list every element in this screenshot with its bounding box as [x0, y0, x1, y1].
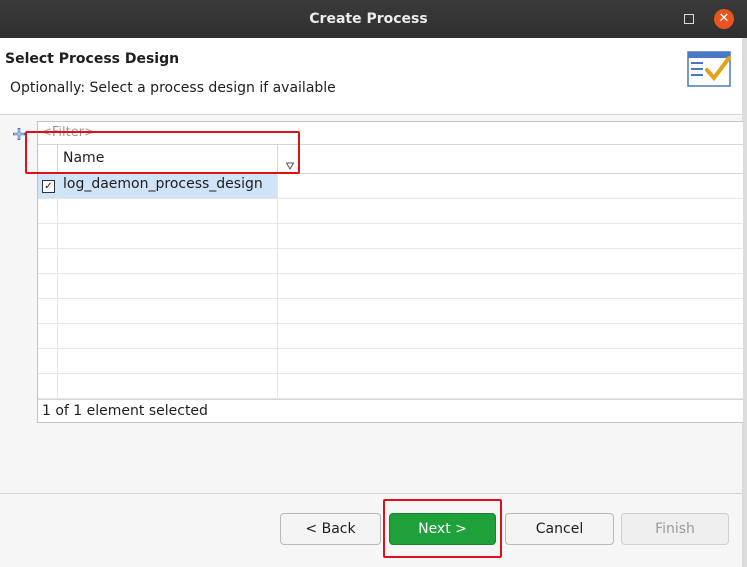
- empty-row: [38, 349, 743, 374]
- footer-separator: [0, 493, 742, 494]
- dialog-body: Select Process Design Optionally: Select…: [0, 38, 743, 567]
- empty-row: [38, 324, 743, 349]
- empty-row: [38, 374, 743, 399]
- row-check-cell[interactable]: ✓: [38, 174, 58, 198]
- checkmark-icon: ✓: [44, 181, 53, 192]
- table-row[interactable]: ✓ log_daemon_process_design: [38, 174, 743, 199]
- empty-row: [38, 299, 743, 324]
- window-title: Create Process: [309, 11, 428, 27]
- finish-button[interactable]: Finish: [621, 513, 729, 545]
- wizard-header: Select Process Design Optionally: Select…: [0, 38, 742, 115]
- table-rows: ✓ log_daemon_process_design: [38, 174, 743, 399]
- row-name-cell[interactable]: log_daemon_process_design: [58, 174, 278, 198]
- page-title: Select Process Design: [5, 51, 180, 67]
- row-checkbox[interactable]: ✓: [42, 180, 55, 193]
- close-button[interactable]: ✕: [714, 9, 734, 29]
- back-button[interactable]: < Back: [280, 513, 381, 545]
- wizard-banner-icon: [687, 51, 731, 87]
- empty-row: [38, 249, 743, 274]
- selection-status: 1 of 1 element selected: [38, 399, 743, 422]
- selection-status-text: 1 of 1 element selected: [42, 403, 208, 419]
- row-name: log_daemon_process_design: [63, 176, 263, 192]
- empty-row: [38, 274, 743, 299]
- highlight-box-row: [25, 131, 300, 174]
- highlight-box-next: [383, 499, 502, 558]
- close-icon: ✕: [718, 11, 730, 26]
- title-bar: Create Process ✕: [0, 0, 747, 38]
- cancel-button[interactable]: Cancel: [505, 513, 614, 545]
- empty-row: [38, 224, 743, 249]
- add-icon[interactable]: [12, 127, 26, 141]
- empty-row: [38, 199, 743, 224]
- page-message: Optionally: Select a process design if a…: [10, 80, 336, 96]
- maximize-button[interactable]: [684, 14, 694, 24]
